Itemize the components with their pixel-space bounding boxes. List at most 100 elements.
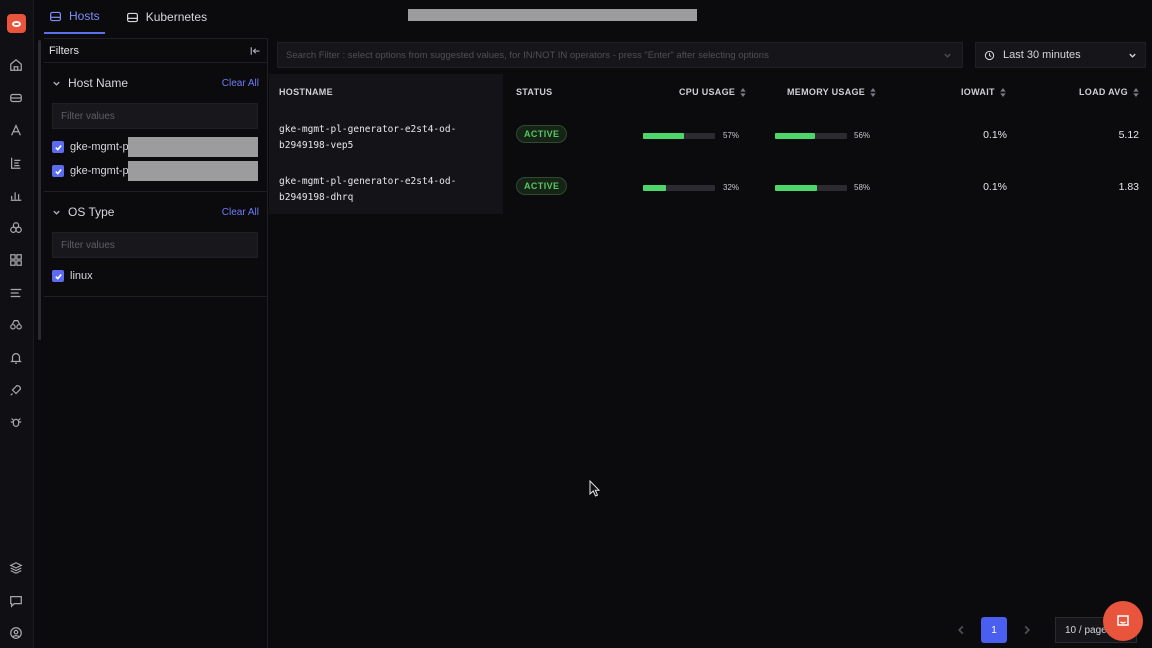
filter-section-title: Host Name	[68, 76, 129, 90]
explorer-icon[interactable]	[9, 318, 23, 332]
dashboards-icon[interactable]	[9, 188, 23, 202]
app-root: Hosts Kubernetes Filters Host Name Clear…	[0, 0, 1152, 648]
cpu-usage-value: 32%	[723, 183, 740, 192]
host-name-filter-input[interactable]	[52, 103, 258, 129]
cpu-usage-bar	[643, 185, 715, 191]
filters-panel: Filters Host Name Clear All gke-mgmt-p g…	[44, 38, 268, 648]
filter-section-header[interactable]: Host Name Clear All	[52, 63, 259, 103]
nav-scrollbar[interactable]	[38, 40, 41, 340]
time-range-picker[interactable]: Last 30 minutes	[975, 42, 1146, 68]
clear-all-link[interactable]: Clear All	[222, 207, 259, 218]
column-header-memory-usage[interactable]: MEMORY USAGE	[787, 87, 876, 97]
redacted-area	[408, 9, 697, 21]
chevron-down-icon[interactable]	[943, 51, 952, 60]
column-label: IOWAIT	[961, 87, 995, 97]
alerts-group-icon[interactable]	[9, 221, 23, 235]
checkbox[interactable]	[52, 165, 64, 177]
redacted-area	[128, 137, 258, 157]
chevron-left-icon[interactable]	[955, 624, 967, 636]
mouse-cursor-icon	[589, 480, 601, 497]
sort-icon[interactable]	[740, 87, 746, 97]
column-label: LOAD AVG	[1079, 87, 1128, 97]
search-filter-input[interactable]	[277, 42, 963, 68]
filter-option-label: gke-mgmt-p	[70, 141, 129, 153]
layers-icon[interactable]	[9, 561, 23, 575]
hostname-cell[interactable]: gke-mgmt-pl-generator-e2st4-od-b2949198-…	[279, 174, 489, 206]
memory-usage-bar	[775, 133, 847, 139]
filter-section-os-type: OS Type Clear All linux	[44, 192, 267, 297]
column-header-load-avg[interactable]: LOAD AVG	[1079, 87, 1139, 97]
filter-option[interactable]: linux	[52, 264, 259, 288]
tab-hosts-label: Hosts	[69, 9, 100, 23]
column-header-hostname[interactable]: HOSTNAME	[279, 87, 333, 97]
page-size-label: 10 / page	[1065, 624, 1107, 636]
column-label: HOSTNAME	[279, 87, 333, 97]
home-icon[interactable]	[9, 58, 23, 72]
sort-icon[interactable]	[870, 87, 876, 97]
filter-option-label: linux	[70, 270, 93, 282]
cpu-usage-value: 57%	[723, 131, 740, 140]
sort-icon[interactable]	[1133, 87, 1139, 97]
table-header: HOSTNAME STATUS CPU USAGE MEMORY USAGE I…	[269, 74, 1152, 110]
bug-icon[interactable]	[9, 415, 23, 429]
memory-usage-bar	[775, 185, 847, 191]
memory-usage-value: 58%	[854, 183, 871, 192]
load-avg-value: 5.12	[1118, 129, 1139, 141]
status-badge: ACTIVE	[516, 177, 568, 195]
hostname-cell[interactable]: gke-mgmt-pl-generator-e2st4-od-b2949198-…	[279, 122, 489, 154]
services-icon[interactable]	[9, 123, 23, 137]
traces-icon[interactable]	[9, 156, 23, 170]
table-row[interactable]: gke-mgmt-pl-generator-e2st4-od-b2949198-…	[269, 162, 1152, 214]
cpu-usage-bar	[643, 133, 715, 139]
hosts-table: HOSTNAME STATUS CPU USAGE MEMORY USAGE I…	[269, 74, 1152, 214]
message-icon	[1117, 615, 1129, 626]
memory-usage-value: 56%	[854, 131, 871, 140]
table-row[interactable]: gke-mgmt-pl-generator-e2st4-od-b2949198-…	[269, 110, 1152, 162]
column-header-cpu-usage[interactable]: CPU USAGE	[679, 87, 746, 97]
column-header-status[interactable]: STATUS	[516, 87, 552, 97]
left-nav-rail	[0, 0, 34, 648]
filter-option-label: gke-mgmt-p	[70, 165, 129, 177]
integrations-icon[interactable]	[9, 253, 23, 267]
filter-option[interactable]: gke-mgmt-p	[52, 159, 259, 183]
tab-hosts[interactable]: Hosts	[44, 0, 105, 34]
status-badge: ACTIVE	[516, 125, 568, 143]
chevron-down-icon	[1129, 53, 1136, 58]
os-type-filter-input[interactable]	[52, 232, 258, 258]
load-avg-value: 1.83	[1118, 181, 1139, 193]
support-chat-button[interactable]	[1103, 601, 1143, 641]
column-label: MEMORY USAGE	[787, 87, 866, 97]
logs-icon[interactable]	[9, 286, 23, 300]
clear-all-link[interactable]: Clear All	[222, 78, 259, 89]
column-header-iowait[interactable]: IOWAIT	[961, 87, 1006, 97]
tab-kubernetes[interactable]: Kubernetes	[121, 0, 212, 34]
cpu-usage-fill	[643, 133, 685, 139]
chevron-down-icon	[53, 210, 60, 215]
clock-icon	[984, 50, 995, 60]
kubernetes-icon	[126, 12, 138, 22]
column-label: CPU USAGE	[679, 87, 736, 97]
user-icon[interactable]	[9, 626, 23, 640]
filter-option[interactable]: gke-mgmt-p	[52, 135, 259, 159]
rocket-icon[interactable]	[9, 383, 23, 397]
brand-logo[interactable]	[7, 14, 26, 33]
iowait-value: 0.1%	[983, 181, 1007, 193]
filter-section-title: OS Type	[68, 205, 115, 219]
chevron-right-icon[interactable]	[1021, 624, 1033, 636]
memory-usage-fill	[775, 185, 817, 191]
redacted-area	[128, 161, 258, 181]
pagination: 1	[955, 617, 1033, 643]
filters-title: Filters	[49, 44, 79, 57]
memory-usage-fill	[775, 133, 816, 139]
page-button-current[interactable]: 1	[981, 617, 1007, 643]
filter-section-header[interactable]: OS Type Clear All	[52, 192, 259, 232]
bell-icon[interactable]	[9, 351, 23, 365]
collapse-panel-icon[interactable]	[249, 45, 261, 57]
checkbox[interactable]	[52, 270, 64, 282]
filter-section-host-name: Host Name Clear All gke-mgmt-p gke-mgmt-…	[44, 63, 267, 192]
infrastructure-icon[interactable]	[9, 91, 23, 105]
time-range-label: Last 30 minutes	[1003, 49, 1081, 61]
chat-icon[interactable]	[9, 594, 23, 608]
sort-icon[interactable]	[1000, 87, 1006, 97]
checkbox[interactable]	[52, 141, 64, 153]
